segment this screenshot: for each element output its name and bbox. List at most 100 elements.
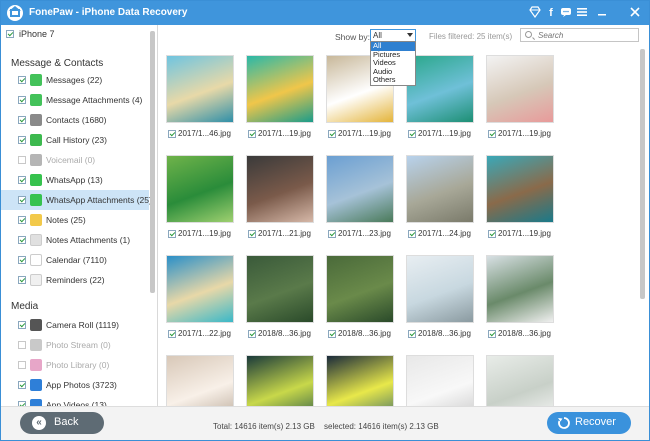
file-thumbnail-item[interactable]	[242, 347, 314, 406]
sidebar-item-notes[interactable]: Notes (25)	[1, 210, 149, 230]
file-thumbnail-item[interactable]	[322, 347, 394, 406]
sidebar-item-contacts[interactable]: Contacts (1680)	[1, 110, 149, 130]
sidebar-item-message-attachments[interactable]: Message Attachments (4)	[1, 90, 149, 110]
close-icon[interactable]	[628, 6, 642, 20]
file-thumbnail-item[interactable]: 2017/1...46.jpg	[162, 47, 234, 143]
facebook-icon[interactable]: f	[544, 6, 558, 20]
file-thumbnail-item[interactable]: 2018/8...36.jpg	[482, 247, 554, 343]
photo-thumbnail[interactable]	[166, 155, 234, 223]
file-thumbnail-item[interactable]: 2017/1...21.jpg	[242, 147, 314, 243]
sidebar-item-checkbox[interactable]	[18, 176, 26, 184]
file-checkbox[interactable]	[248, 330, 256, 338]
file-thumbnail-item[interactable]: 2018/8...36.jpg	[402, 247, 474, 343]
file-thumbnail-item[interactable]	[162, 347, 234, 406]
photo-thumbnail[interactable]	[406, 155, 474, 223]
sidebar-item-photo-library[interactable]: Photo Library (0)	[1, 355, 149, 375]
minimize-icon[interactable]	[595, 6, 609, 20]
sidebar-item-checkbox[interactable]	[18, 136, 26, 144]
sidebar-item-app-photos[interactable]: App Photos (3723)	[1, 375, 149, 395]
chat-icon[interactable]	[559, 6, 573, 20]
file-thumbnail-item[interactable]	[482, 347, 554, 406]
photo-thumbnail[interactable]	[486, 255, 554, 323]
sidebar-item-checkbox[interactable]	[18, 276, 26, 284]
sidebar-item-checkbox[interactable]	[18, 96, 26, 104]
file-checkbox[interactable]	[488, 330, 496, 338]
file-checkbox[interactable]	[168, 130, 176, 138]
sidebar-item-checkbox[interactable]	[18, 196, 26, 204]
sidebar-item-checkbox[interactable]	[18, 76, 26, 84]
sidebar: iPhone 7 Message & Contacts Messages (22)…	[1, 25, 158, 406]
photo-thumbnail[interactable]	[246, 255, 314, 323]
sidebar-item-app-videos[interactable]: App Videos (13)	[1, 395, 149, 406]
file-checkbox[interactable]	[408, 230, 416, 238]
sidebar-item-notes-attachments[interactable]: Notes Attachments (1)	[1, 230, 149, 250]
sidebar-item-camera-roll[interactable]: Camera Roll (1119)	[1, 315, 149, 335]
file-checkbox[interactable]	[408, 330, 416, 338]
sidebar-item-checkbox[interactable]	[18, 256, 26, 264]
diamond-icon[interactable]	[528, 6, 542, 20]
file-checkbox[interactable]	[328, 130, 336, 138]
photo-thumbnail[interactable]	[406, 355, 474, 406]
photo-thumbnail[interactable]	[246, 155, 314, 223]
photo-thumbnail[interactable]	[406, 55, 474, 123]
sidebar-item-checkbox[interactable]	[18, 361, 26, 369]
sidebar-item-calendar[interactable]: Calendar (7110)	[1, 250, 149, 270]
file-thumbnail-item[interactable]	[402, 347, 474, 406]
device-row[interactable]: iPhone 7	[1, 25, 149, 43]
back-button[interactable]: « Back	[20, 412, 104, 434]
recover-button[interactable]: Recover	[547, 412, 631, 434]
photo-thumbnail[interactable]	[326, 255, 394, 323]
sidebar-item-call-history[interactable]: Call History (23)	[1, 130, 149, 150]
file-thumbnail-item[interactable]: 2017/1...24.jpg	[402, 147, 474, 243]
sidebar-item-photo-stream[interactable]: Photo Stream (0)	[1, 335, 149, 355]
sidebar-item-checkbox[interactable]	[18, 381, 26, 389]
sidebar-item-whatsapp[interactable]: WhatsApp (13)	[1, 170, 149, 190]
sidebar-item-checkbox[interactable]	[18, 236, 26, 244]
sidebar-item-checkbox[interactable]	[18, 116, 26, 124]
sidebar-item-reminders[interactable]: Reminders (22)	[1, 270, 149, 290]
search-input[interactable]	[538, 30, 636, 41]
file-thumbnail-item[interactable]: 2017/1...19.jpg	[482, 147, 554, 243]
sidebar-item-checkbox[interactable]	[18, 216, 26, 224]
file-thumbnail-item[interactable]: 2017/1...23.jpg	[322, 147, 394, 243]
photo-thumbnail[interactable]	[166, 355, 234, 406]
photo-thumbnail[interactable]	[486, 355, 554, 406]
device-checkbox[interactable]	[6, 30, 14, 38]
sidebar-item-whatsapp-attachments[interactable]: WhatsApp Attachments (25)	[1, 190, 152, 210]
file-checkbox[interactable]	[168, 330, 176, 338]
dropdown-option-others[interactable]: Others	[371, 76, 415, 85]
menu-icon[interactable]	[575, 6, 589, 20]
file-checkbox[interactable]	[488, 230, 496, 238]
photo-thumbnail[interactable]	[246, 55, 314, 123]
file-checkbox[interactable]	[168, 230, 176, 238]
sidebar-item-messages[interactable]: Messages (22)	[1, 70, 149, 90]
grid-scrollbar[interactable]	[640, 49, 645, 299]
file-checkbox[interactable]	[248, 230, 256, 238]
photo-thumbnail[interactable]	[326, 155, 394, 223]
sidebar-item-voicemail[interactable]: Voicemail (0)	[1, 150, 149, 170]
photo-thumbnail[interactable]	[246, 355, 314, 406]
sidebar-scrollbar[interactable]	[150, 31, 155, 293]
file-checkbox[interactable]	[488, 130, 496, 138]
file-checkbox[interactable]	[408, 130, 416, 138]
file-checkbox[interactable]	[248, 130, 256, 138]
file-thumbnail-item[interactable]: 2017/1...19.jpg	[242, 47, 314, 143]
file-checkbox[interactable]	[328, 230, 336, 238]
file-thumbnail-item[interactable]: 2018/8...36.jpg	[242, 247, 314, 343]
section-title: Media	[11, 301, 39, 312]
file-thumbnail-item[interactable]: 2018/8...36.jpg	[322, 247, 394, 343]
photo-thumbnail[interactable]	[166, 55, 234, 123]
photo-thumbnail[interactable]	[486, 55, 554, 123]
sidebar-item-checkbox[interactable]	[18, 321, 26, 329]
file-thumbnail-item[interactable]: 2017/1...19.jpg	[482, 47, 554, 143]
photo-thumbnail[interactable]	[406, 255, 474, 323]
photo-thumbnail[interactable]	[166, 255, 234, 323]
photo-thumbnail[interactable]	[326, 355, 394, 406]
photo-thumbnail[interactable]	[486, 155, 554, 223]
file-checkbox[interactable]	[328, 330, 336, 338]
file-thumbnail-item[interactable]: 2017/1...22.jpg	[162, 247, 234, 343]
search-box[interactable]	[520, 28, 639, 42]
file-thumbnail-item[interactable]: 2017/1...19.jpg	[162, 147, 234, 243]
sidebar-item-checkbox[interactable]	[18, 156, 26, 164]
sidebar-item-checkbox[interactable]	[18, 341, 26, 349]
